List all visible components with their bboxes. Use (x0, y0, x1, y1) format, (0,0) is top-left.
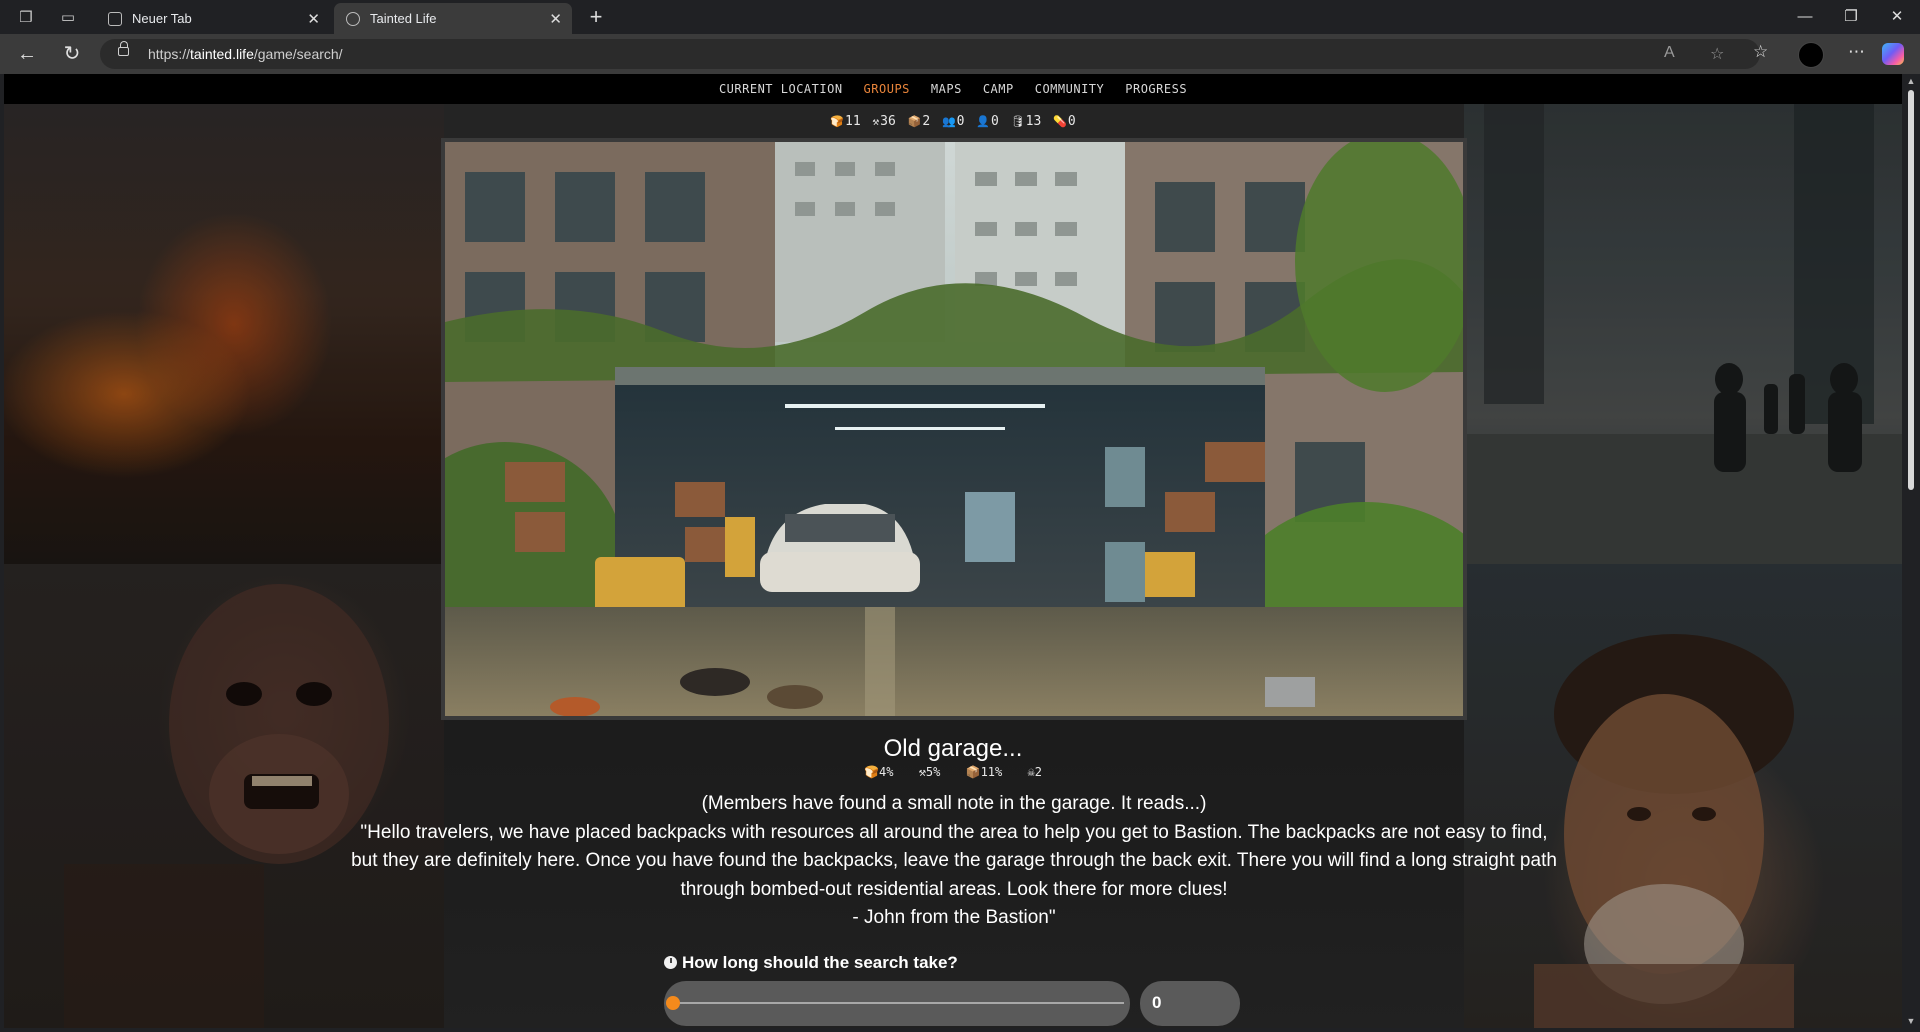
scroll-down-icon[interactable]: ▼ (1906, 1016, 1916, 1026)
loot-tools: ⚒5% (918, 765, 941, 779)
medicine-icon: 💊 (1053, 115, 1067, 128)
tab-tainted-life[interactable]: Tainted Life ✕ (334, 3, 572, 34)
nav-groups[interactable]: GROUPS (864, 82, 910, 96)
profile-avatar[interactable] (1798, 42, 1824, 68)
resource-stats: 🍞11 ⚒36 📦2 👥0 👤0 🛢13 💊0 (4, 114, 1902, 129)
page-scrollbar[interactable]: ▲ ▼ (1902, 74, 1920, 1028)
nav-community[interactable]: COMMUNITY (1035, 82, 1105, 96)
nav-camp[interactable]: CAMP (983, 82, 1014, 96)
food-icon: 🍞 (864, 765, 879, 779)
slider-track (672, 1002, 1124, 1004)
nav-current-location[interactable]: CURRENT LOCATION (719, 82, 843, 96)
story-line: - John from the Bastion" (852, 907, 1056, 928)
group-icon: 👥 (941, 115, 956, 128)
workspaces-icon[interactable]: ❒ (16, 7, 36, 27)
fuel-icon: 🛢 (1010, 115, 1025, 128)
stat-fuel: 🛢13 (1010, 114, 1042, 129)
nav-progress[interactable]: PROGRESS (1125, 82, 1187, 96)
close-window-button[interactable]: ✕ (1874, 6, 1920, 28)
person-icon: 👤 (976, 115, 991, 128)
danger-icon: ☠ (1027, 765, 1035, 779)
tab-title: Neuer Tab (132, 11, 192, 26)
stat-medicine: 💊0 (1053, 114, 1076, 129)
vertical-tabs-icon[interactable]: ▭ (58, 7, 78, 27)
story-line: but they are definitely here. Once you h… (351, 850, 1557, 871)
stat-group: 👥0 (941, 114, 965, 129)
search-duration-value[interactable]: 0 (1140, 981, 1240, 1026)
restore-button[interactable]: ❐ (1828, 6, 1874, 28)
stat-food: 🍞11 (830, 114, 861, 129)
read-aloud-icon[interactable]: A (1664, 44, 1675, 62)
garage-illustration (445, 142, 1463, 716)
story-line: (Members have found a small note in the … (701, 793, 1207, 814)
globe-icon (346, 11, 360, 26)
copilot-icon[interactable] (1882, 43, 1904, 65)
clock-icon (664, 956, 677, 969)
loot-danger: ☠2 (1027, 765, 1042, 779)
stat-materials: 📦2 (907, 114, 931, 129)
close-icon[interactable]: ✕ (307, 10, 320, 28)
location-image (441, 138, 1467, 720)
tab-neuer-tab[interactable]: Neuer Tab ✕ (96, 3, 330, 34)
page-viewport: CURRENT LOCATION GROUPS MAPS CAMP COMMUN… (4, 74, 1902, 1028)
minimize-button[interactable]: — (1782, 6, 1828, 28)
back-button[interactable]: ← (14, 41, 40, 67)
materials-icon: 📦 (965, 765, 981, 779)
browser-tab-bar: ❒ ▭ Neuer Tab ✕ Tainted Life ✕ + — ❐ ✕ (0, 0, 1920, 34)
materials-icon: 📦 (907, 115, 922, 128)
tab-title: Tainted Life (370, 11, 437, 26)
more-menu-icon[interactable]: ⋯ (1848, 42, 1865, 62)
favorite-star-icon[interactable]: ☆ (1710, 44, 1724, 64)
food-icon: 🍞 (830, 115, 845, 128)
location-story: (Members have found a small note in the … (344, 790, 1564, 933)
game-navigation: CURRENT LOCATION GROUPS MAPS CAMP COMMUN… (4, 74, 1902, 104)
tools-icon: ⚒ (872, 115, 880, 128)
location-title: Old garage... (883, 735, 1023, 762)
story-line: "Hello travelers, we have placed backpac… (360, 821, 1548, 843)
address-bar[interactable]: https://tainted.life/game/search/ A ☆ (100, 39, 1760, 69)
loot-chances: 🍞4% ⚒5% 📦11% ☠2 (4, 765, 1902, 779)
nav-maps[interactable]: MAPS (931, 82, 962, 96)
tools-icon: ⚒ (918, 765, 926, 779)
lock-icon (118, 41, 129, 56)
scrollbar-thumb[interactable] (1908, 90, 1914, 490)
new-tab-button[interactable]: + (583, 4, 609, 30)
favorites-icon[interactable]: ☆ (1753, 42, 1768, 62)
stat-person: 👤0 (976, 114, 999, 129)
page-icon (108, 11, 122, 26)
stat-tools: ⚒36 (872, 114, 896, 129)
url-text: https://tainted.life/game/search/ (148, 46, 343, 62)
browser-toolbar: ← ↻ https://tainted.life/game/search/ A … (0, 34, 1920, 74)
story-line: through bombed-out residential areas. Lo… (680, 878, 1228, 900)
refresh-button[interactable]: ↻ (59, 41, 85, 67)
slider-thumb[interactable] (666, 996, 680, 1010)
search-duration-label: How long should the search take? (664, 953, 958, 973)
close-icon[interactable]: ✕ (549, 10, 562, 28)
search-duration-slider[interactable] (664, 981, 1130, 1026)
scroll-up-icon[interactable]: ▲ (1906, 76, 1916, 86)
loot-food: 🍞4% (864, 765, 894, 779)
loot-materials: 📦11% (965, 765, 1003, 779)
